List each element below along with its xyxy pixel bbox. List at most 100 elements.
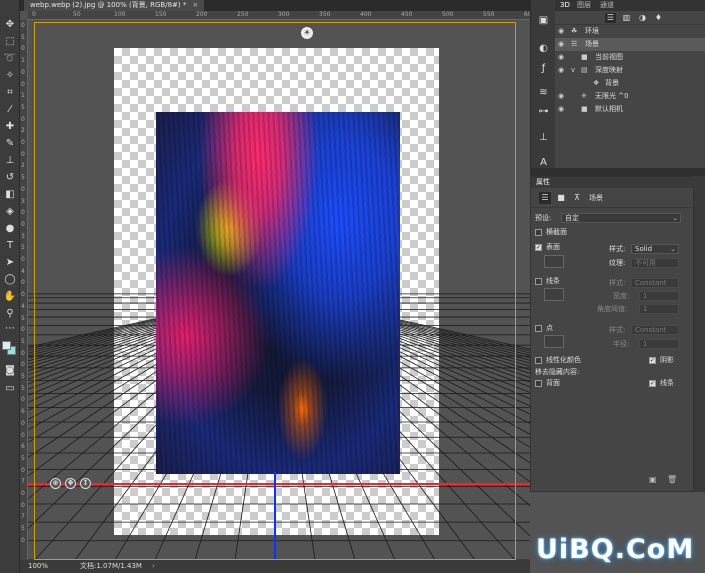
hand-tool-icon[interactable]: ✋ [3,290,17,304]
ruler-tick-label: 500 [442,11,454,18]
visibility-eye-icon[interactable]: ◉ [558,38,564,51]
trash-icon[interactable]: 🗑 [667,475,677,484]
magic-wand-tool-icon[interactable]: ✧ [3,69,17,83]
clone-source-panel-icon[interactable]: ⊥ [537,131,550,144]
visibility-eye-icon[interactable]: ◉ [558,51,564,64]
visibility-eye-icon[interactable]: ◉ [558,90,564,103]
remove-lines-label: 线条 [660,379,674,387]
surface-texture-select[interactable]: 不可用 [631,258,679,268]
lines-width-value: 1 [643,292,648,300]
lines-checkbox[interactable] [535,278,542,285]
backface-checkbox[interactable] [535,380,542,387]
tab-layers[interactable]: 图层 [577,0,591,11]
ruler-tick-label: 3 [21,197,25,205]
lines-width-input[interactable]: 1 [639,291,679,301]
history-brush-tool-icon[interactable]: ↺ [3,171,17,185]
visibility-eye-icon[interactable]: ◉ [558,64,564,77]
surface-color-swatch[interactable] [544,255,564,268]
materials-filter-icon[interactable]: ◑ [637,13,648,23]
healing-brush-tool-icon[interactable]: ✚ [3,120,17,134]
scene-icon: ☰ [571,40,578,48]
adjustments-panel-icon[interactable]: ƒ [537,62,550,75]
shadow-label: 阴影 [660,356,674,364]
tab-channels[interactable]: 通道 [600,0,614,11]
zoom-level[interactable]: 100% [28,560,48,573]
lights-filter-icon[interactable]: ♦ [653,13,664,23]
whole-scene-filter-icon[interactable]: ☰ [605,13,616,23]
paint-bucket-tool-icon[interactable]: ◈ [3,205,17,219]
linearize-colors-checkbox[interactable] [535,357,542,364]
sliders-panel-icon[interactable]: ⊶ [537,105,550,118]
meshes-filter-icon[interactable]: ▥ [621,13,632,23]
marquee-tool-icon[interactable]: ⬚ [3,35,17,49]
points-checkbox[interactable] [535,325,542,332]
lines-angle-label: 角度阈值: [597,305,628,313]
points-radius-input[interactable]: 1 [639,339,679,349]
ruler-tick-label: 5 [21,33,25,41]
lines-color-swatch[interactable] [544,288,564,301]
3d-panel: 3D 图层 通道 ☰ ▥ ◑ ♦ ◉ ☘ 环境 ◉ ☰ 场景 ◉ ■ 当前视图 … [555,0,705,168]
tree-row-scene[interactable]: ◉ ☰ 场景 [555,38,705,51]
points-color-swatch[interactable] [544,335,564,348]
foreground-color-swatch[interactable] [2,341,11,350]
scene-tab-icon[interactable]: ☰ [539,192,551,204]
cross-section-checkbox[interactable] [535,229,542,236]
more-tools-icon[interactable]: ⋯ [3,322,17,336]
document-tab-bar: webp.webp (2).jpg @ 100% (背景, RGB/8#) * × [20,0,530,11]
brush-tool-icon[interactable]: ✎ [3,137,17,151]
tree-row-default-camera[interactable]: ◉ ■ 默认相机 [555,103,705,116]
status-bar: 100% 文档:1.07M/1.43M › [20,560,530,573]
tree-row-background-material[interactable]: ❖ 背景 [555,77,705,90]
ruler-tick-label: 5 [21,384,25,392]
environment-icon: ☘ [571,27,578,35]
path-selection-tool-icon[interactable]: ➤ [3,256,17,270]
zoom-tool-icon[interactable]: ⚲ [3,307,17,321]
preset-select[interactable]: 自定 ⌄ [561,213,681,223]
shadow-checkbox[interactable]: ✓ [649,357,656,364]
tree-row-depth-map[interactable]: ◉ v ▤ 深度映射 [555,64,705,77]
tree-label: 场景 [585,40,599,48]
render-icon[interactable]: ▣ [649,475,657,484]
layers-panel-icon[interactable]: ≋ [537,86,550,99]
surface-checkbox[interactable]: ✓ [535,244,542,251]
points-style-select[interactable]: Constant [631,325,679,335]
document-tab[interactable]: webp.webp (2).jpg @ 100% (背景, RGB/8#) * × [24,0,205,11]
lines-style-select[interactable]: Constant [631,278,679,288]
remove-lines-checkbox[interactable]: ✓ [649,380,656,387]
expand-chevron-icon[interactable]: v [571,64,575,77]
cross-section-tab-icon[interactable]: ⊼ [571,192,583,204]
surface-style-select[interactable]: Solid ⌄ [631,244,679,254]
visibility-eye-icon[interactable]: ◉ [558,103,564,116]
color-swatches[interactable] [2,340,16,358]
tab-3d[interactable]: 3D [560,0,570,11]
move-tool-icon[interactable]: ✥ [3,18,17,32]
type-tool-icon[interactable]: T [3,239,17,253]
status-menu-arrow[interactable]: › [152,560,155,573]
ruler-tick-label: 7 [21,513,25,521]
ruler-tick-label: 7 [21,478,25,486]
mesh-icon: ▤ [581,66,588,74]
tree-row-environment[interactable]: ◉ ☘ 环境 [555,25,705,38]
crop-tool-icon[interactable]: ⌗ [3,86,17,100]
color-panel-icon[interactable]: ◐ [537,42,550,55]
ruler-tick-label: 0 [21,139,25,146]
screen-mode-icon[interactable]: ▭ [3,382,17,396]
ellipse-tool-icon[interactable]: ◯ [3,273,17,287]
eyedropper-tool-icon[interactable]: ⁄ [3,103,17,117]
tree-row-current-view[interactable]: ◉ ■ 当前视图 [555,51,705,64]
history-panel-icon[interactable]: ▣ [537,14,550,27]
lines-angle-input[interactable]: 1 [639,304,679,314]
camera-tab-icon[interactable]: ■ [555,192,567,204]
canvas-area[interactable]: ⊕ ✥ ↕ ☀ [28,20,530,560]
eraser-tool-icon[interactable]: ◧ [3,188,17,202]
quick-mask-icon[interactable]: ◙ [3,364,17,378]
horizontal-ruler: 050100150200250300350400450500550600 [28,11,535,20]
visibility-eye-icon[interactable]: ◉ [558,25,564,38]
close-tab-icon[interactable]: × [192,1,198,9]
preset-label: 预设: [535,214,552,222]
dodge-tool-icon[interactable]: ● [3,222,17,236]
lasso-tool-icon[interactable]: ➰ [3,52,17,66]
clone-stamp-tool-icon[interactable]: ⊥ [3,154,17,168]
tree-row-infinite-light[interactable]: ◉ ✳ 无限光 ^0 [555,90,705,103]
chevron-down-icon: ⌄ [670,245,676,253]
